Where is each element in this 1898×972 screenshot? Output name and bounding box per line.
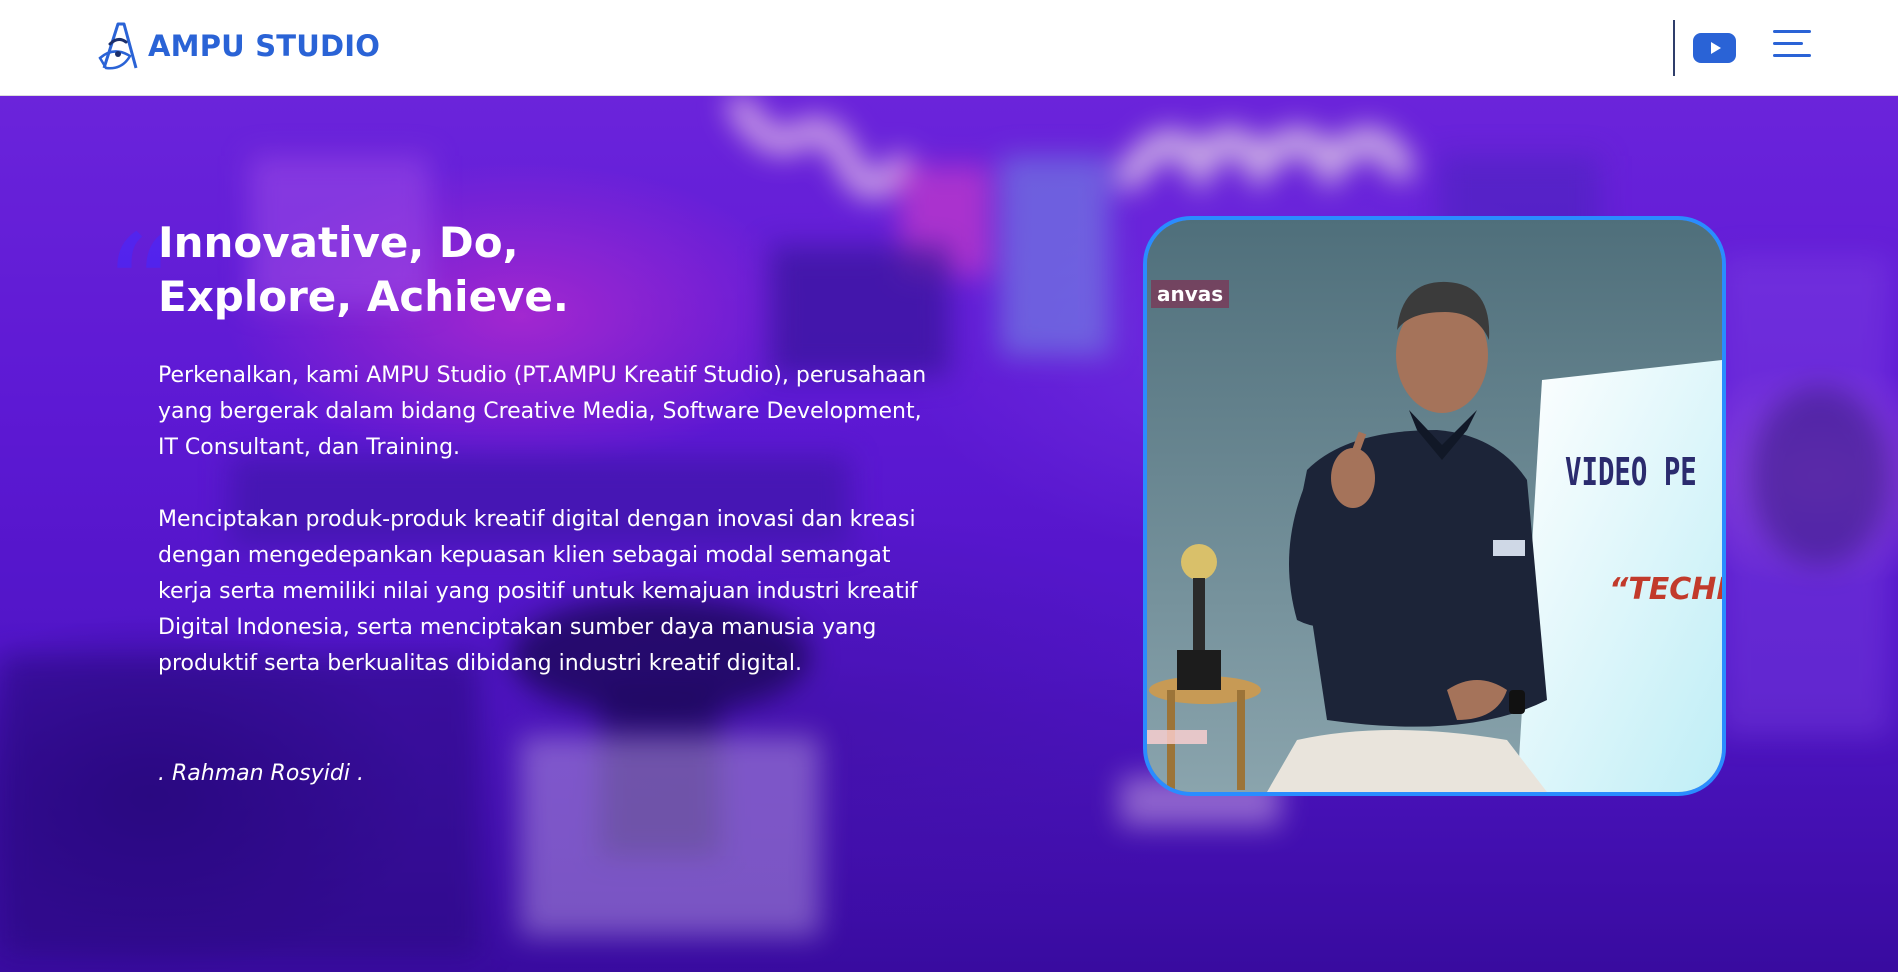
menu-line-middle (1773, 42, 1803, 45)
hero-title: Innovative, Do, Explore, Achieve. (158, 216, 858, 324)
hamburger-menu-button[interactable] (1773, 28, 1811, 58)
menu-line-top (1773, 30, 1811, 33)
mission-paragraph: Menciptakan produk-produk kreatif digita… (158, 507, 918, 676)
quote-author: . Rahman Rosyidi . (158, 761, 364, 786)
hero-title-line-1: Innovative, Do, (158, 218, 519, 267)
brand-home-link[interactable]: AMPU STUDIO (96, 18, 380, 74)
page: AMPU STUDIO “ Innovative, Do, Explore, A… (0, 0, 1898, 972)
intro-paragraph: Perkenalkan, kami AMPU Studio (PT.AMPU K… (158, 363, 927, 460)
banner-title-text: VIDEO PE (1565, 450, 1697, 494)
hero-section: “ Innovative, Do, Explore, Achieve. Perk… (0, 96, 1898, 972)
nav-divider (1673, 20, 1675, 76)
hero-title-line-2: Explore, Achieve. (158, 272, 569, 321)
photo-corner-tag: anvas (1151, 280, 1230, 308)
youtube-play-icon (1710, 42, 1721, 54)
ampu-logo-icon (98, 22, 138, 70)
menu-line-bottom (1773, 54, 1811, 57)
hero-description: Perkenalkan, kami AMPU Studio (PT.AMPU K… (158, 358, 928, 718)
brand-name: AMPU STUDIO (148, 29, 381, 63)
founder-photo: anvas VIDEO PE “TECHN (1143, 216, 1726, 796)
banner-subtitle-text: “TECHN (1609, 572, 1722, 607)
founder-photo-illustration (1147, 220, 1722, 792)
navbar: AMPU STUDIO (0, 0, 1898, 96)
youtube-button[interactable] (1693, 33, 1736, 63)
